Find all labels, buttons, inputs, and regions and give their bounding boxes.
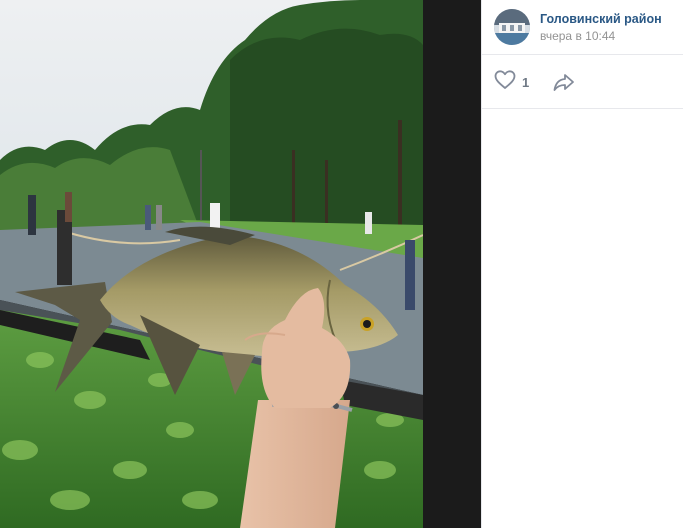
- author-avatar[interactable]: [494, 9, 530, 45]
- post-header: Головинский район вчера в 10:44: [482, 0, 683, 55]
- photo-viewer-backdrop: [423, 0, 481, 528]
- photo-viewer[interactable]: [0, 0, 481, 528]
- post-actions: 1: [482, 55, 683, 109]
- like-count: 1: [522, 74, 530, 90]
- post-side-panel: Головинский район вчера в 10:44 1: [481, 0, 683, 528]
- photo-image: [0, 0, 423, 528]
- post-photo[interactable]: [0, 0, 423, 528]
- author-name-link[interactable]: Головинский район: [540, 12, 662, 26]
- heart-outline-icon: [494, 69, 516, 95]
- avatar-image: [494, 9, 530, 45]
- like-button[interactable]: 1: [494, 69, 530, 95]
- share-arrow-icon: [552, 74, 576, 98]
- post-date[interactable]: вчера в 10:44: [540, 29, 615, 43]
- share-button[interactable]: [552, 70, 576, 94]
